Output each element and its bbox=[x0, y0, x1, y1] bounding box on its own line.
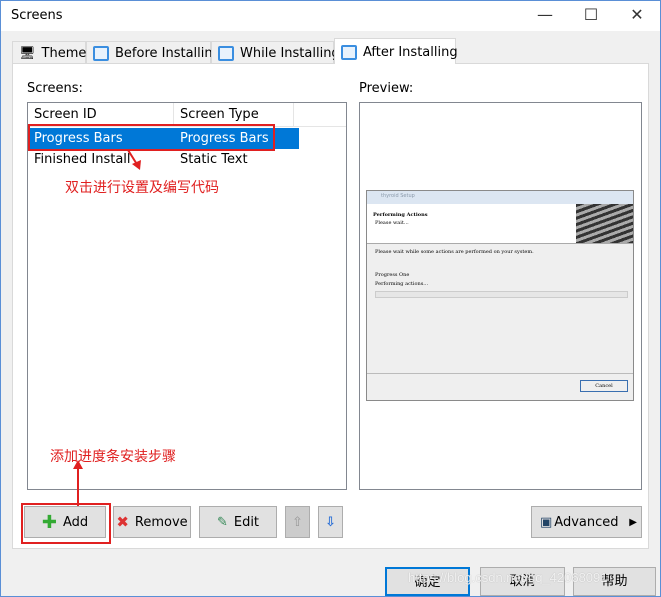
annotation-arrow bbox=[127, 149, 141, 170]
tab-theme[interactable]: 🖥 Theme bbox=[12, 41, 86, 63]
close-button[interactable]: ✕ bbox=[614, 1, 660, 31]
annotation-box bbox=[28, 124, 275, 151]
mini-progress-status: Performing actions... bbox=[375, 281, 429, 287]
arrow-up-icon: ⇧ bbox=[292, 514, 303, 530]
button-label: Advanced bbox=[554, 514, 619, 530]
mini-header: Performing Actions Please wait... bbox=[367, 204, 633, 244]
title-bar: Screens — ☐ ✕ bbox=[1, 1, 660, 31]
edit-button[interactable]: ✎ Edit bbox=[199, 506, 277, 538]
edit-annotation: 双击进行设置及编写代码 bbox=[65, 180, 219, 196]
tab-label: While Installing bbox=[240, 46, 340, 61]
button-label: Edit bbox=[233, 514, 260, 530]
tab-label: Before Installing bbox=[115, 46, 221, 61]
screen-id: Finished Install bbox=[34, 152, 131, 167]
move-up-button[interactable]: ⇧ bbox=[285, 506, 310, 538]
move-down-button[interactable]: ⇩ bbox=[318, 506, 343, 538]
maximize-button[interactable]: ☐ bbox=[568, 1, 614, 31]
button-label: Remove bbox=[134, 514, 188, 530]
mini-title: thyroid Setup bbox=[367, 191, 633, 204]
preview-pane: thyroid Setup Performing Actions Please … bbox=[359, 102, 642, 490]
window-icon bbox=[341, 45, 357, 60]
preview-setup-window: thyroid Setup Performing Actions Please … bbox=[366, 190, 634, 401]
screen-type: Static Text bbox=[180, 152, 248, 167]
help-button[interactable]: 帮助 bbox=[573, 567, 656, 596]
annotation-box bbox=[21, 503, 111, 544]
add-annotation: 添加进度条安装步骤 bbox=[50, 449, 176, 465]
preview-label: Preview: bbox=[359, 81, 414, 96]
tab-label: Theme bbox=[41, 46, 87, 61]
keyboard-image bbox=[576, 204, 633, 243]
mini-heading: Performing Actions bbox=[373, 212, 428, 218]
list-row[interactable]: Finished Install Static Text bbox=[29, 149, 299, 170]
advanced-icon: ▣ bbox=[540, 514, 553, 530]
arrow-down-icon: ⇩ bbox=[325, 514, 336, 530]
window-icon bbox=[93, 46, 109, 61]
mini-cancel-button: Cancel bbox=[580, 380, 628, 392]
mini-body: Please wait while some actions are perfo… bbox=[375, 249, 534, 255]
advanced-button[interactable]: ▣ Advanced ▶ bbox=[531, 506, 642, 538]
minimize-button[interactable]: — bbox=[522, 1, 568, 31]
edit-icon: ✎ bbox=[216, 514, 228, 530]
theme-icon: 🖥 bbox=[19, 46, 36, 61]
tab-after-installing[interactable]: After Installing bbox=[334, 38, 458, 64]
mini-subheading: Please wait... bbox=[375, 220, 409, 226]
window-title: Screens bbox=[11, 8, 63, 23]
mini-progress-bar bbox=[375, 291, 628, 298]
mini-divider bbox=[367, 373, 633, 374]
remove-button[interactable]: ✖ Remove bbox=[113, 506, 191, 538]
tab-before-installing[interactable]: Before Installing bbox=[86, 41, 221, 63]
screens-list[interactable]: Screen ID Screen Type Progress Bars Prog… bbox=[27, 102, 347, 490]
tab-while-installing[interactable]: While Installing bbox=[211, 41, 340, 63]
remove-icon: ✖ bbox=[116, 513, 129, 531]
screens-label: Screens: bbox=[27, 81, 83, 96]
cancel-button[interactable]: 取消 bbox=[480, 567, 565, 596]
triangle-right-icon: ▶ bbox=[629, 516, 637, 528]
ok-button[interactable]: 确定 bbox=[385, 567, 470, 596]
tab-label: After Installing bbox=[363, 45, 458, 60]
gear-window-icon bbox=[218, 46, 234, 61]
mini-progress-title: Progress One bbox=[375, 272, 410, 278]
